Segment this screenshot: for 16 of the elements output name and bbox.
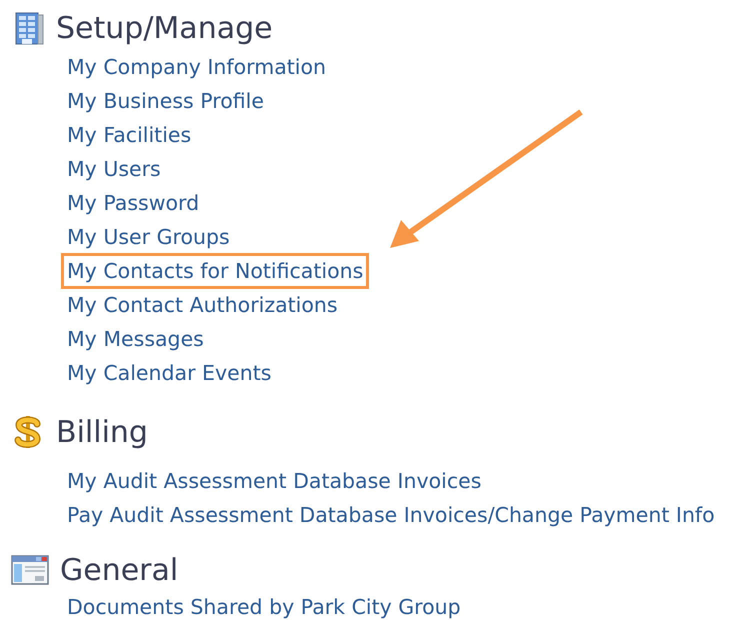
- nav-link[interactable]: My Company Information: [67, 52, 326, 82]
- nav-link[interactable]: Pay Audit Assessment Database Invoices/Change Payment Info: [67, 500, 715, 530]
- section-heading: Setup/Manage: [56, 10, 273, 48]
- section-heading: General: [60, 552, 178, 590]
- nav-link[interactable]: My Messages: [67, 324, 204, 354]
- nav-link[interactable]: My Calendar Events: [67, 358, 272, 388]
- nav-link[interactable]: My Users: [67, 154, 161, 184]
- nav-link[interactable]: My Business Profile: [67, 86, 264, 116]
- nav-link[interactable]: My Password: [67, 188, 200, 218]
- section-heading: Billing: [56, 414, 148, 452]
- nav-link[interactable]: My Contact Authorizations: [67, 290, 338, 320]
- nav-link[interactable]: Documents Shared by Park City Group: [67, 592, 461, 620]
- nav-link[interactable]: My Facilities: [67, 120, 192, 150]
- nav-link[interactable]: My Audit Assessment Database Invoices: [67, 466, 482, 496]
- nav-link[interactable]: My User Groups: [67, 222, 230, 252]
- nav-link[interactable]: My Contacts for Notifications: [61, 252, 370, 290]
